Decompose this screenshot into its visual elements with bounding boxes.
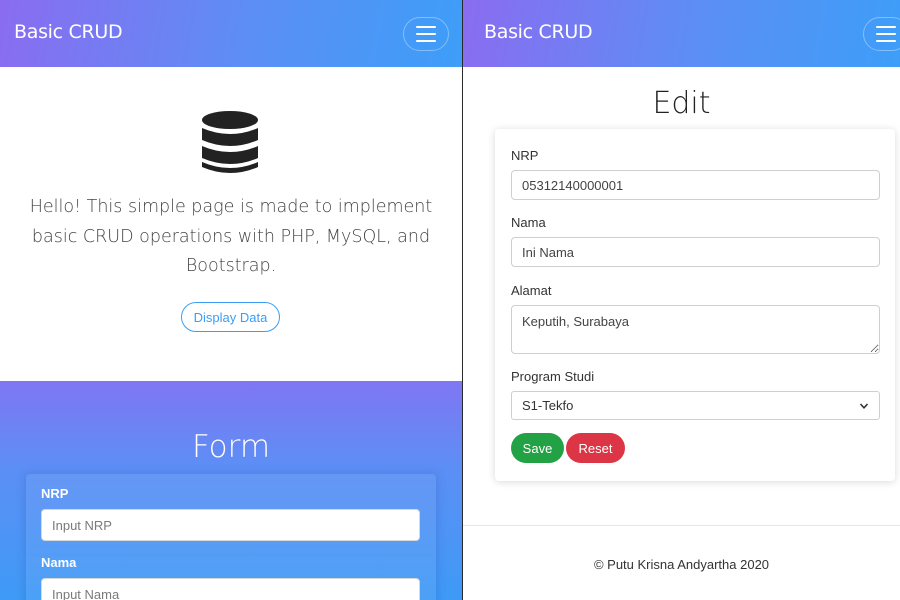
program-studi-label: Program Studi [511, 369, 595, 384]
nrp-input[interactable] [41, 509, 420, 541]
hamburger-icon [416, 26, 436, 28]
form-section: Form NRP Nama [0, 381, 462, 600]
nama-label: Nama [511, 215, 546, 230]
hamburger-icon-bar [416, 40, 436, 42]
alamat-textarea[interactable]: Keputih, Surabaya [511, 305, 880, 354]
save-button[interactable]: Save [511, 433, 564, 463]
nrp-label: NRP [41, 486, 69, 501]
nama-field[interactable] [511, 237, 880, 267]
hamburger-icon-bar [416, 33, 436, 35]
footer-divider [463, 525, 900, 526]
intro-text: Hello! This simple page is made to imple… [29, 197, 433, 276]
navbar: Basic CRUD [463, 0, 900, 67]
nama-label: Nama [41, 555, 77, 570]
hamburger-icon-bar [876, 40, 896, 42]
nrp-label: NRP [511, 148, 539, 163]
program-studi-select[interactable]: S1-Tekfo [511, 391, 880, 420]
reset-button[interactable]: Reset [566, 433, 625, 463]
display-data-button[interactable]: Display Data [181, 302, 280, 332]
form-title: Form [191, 429, 271, 465]
edit-form-card: NRP Nama Alamat Keputih, Surabaya Progra… [495, 129, 895, 481]
chevron-down-icon [859, 402, 869, 409]
page-title: Edit [652, 86, 711, 121]
hamburger-icon-bar [876, 33, 896, 35]
navbar: Basic CRUD [0, 0, 462, 67]
alamat-label: Alamat [511, 283, 552, 298]
navbar-brand[interactable]: Basic CRUD [14, 21, 123, 43]
navbar-toggler-button[interactable] [403, 17, 449, 51]
navbar-toggler-button[interactable] [863, 17, 900, 51]
home-page-view: Basic CRUD Hello! This simple page is ma… [0, 0, 462, 600]
input-form-card: NRP Nama [26, 474, 436, 600]
nama-input[interactable] [41, 578, 420, 600]
navbar-brand[interactable]: Basic CRUD [484, 21, 593, 43]
hamburger-icon [876, 26, 896, 28]
program-studi-selected-value: S1-Tekfo [522, 398, 574, 413]
edit-page-view: Basic CRUD Edit NRP Nama Alamat Keputih,… [463, 0, 900, 600]
database-icon [202, 111, 258, 173]
footer-copyright: © Putu Krisna Andyartha 2020 [593, 557, 770, 572]
nrp-field[interactable] [511, 170, 880, 200]
